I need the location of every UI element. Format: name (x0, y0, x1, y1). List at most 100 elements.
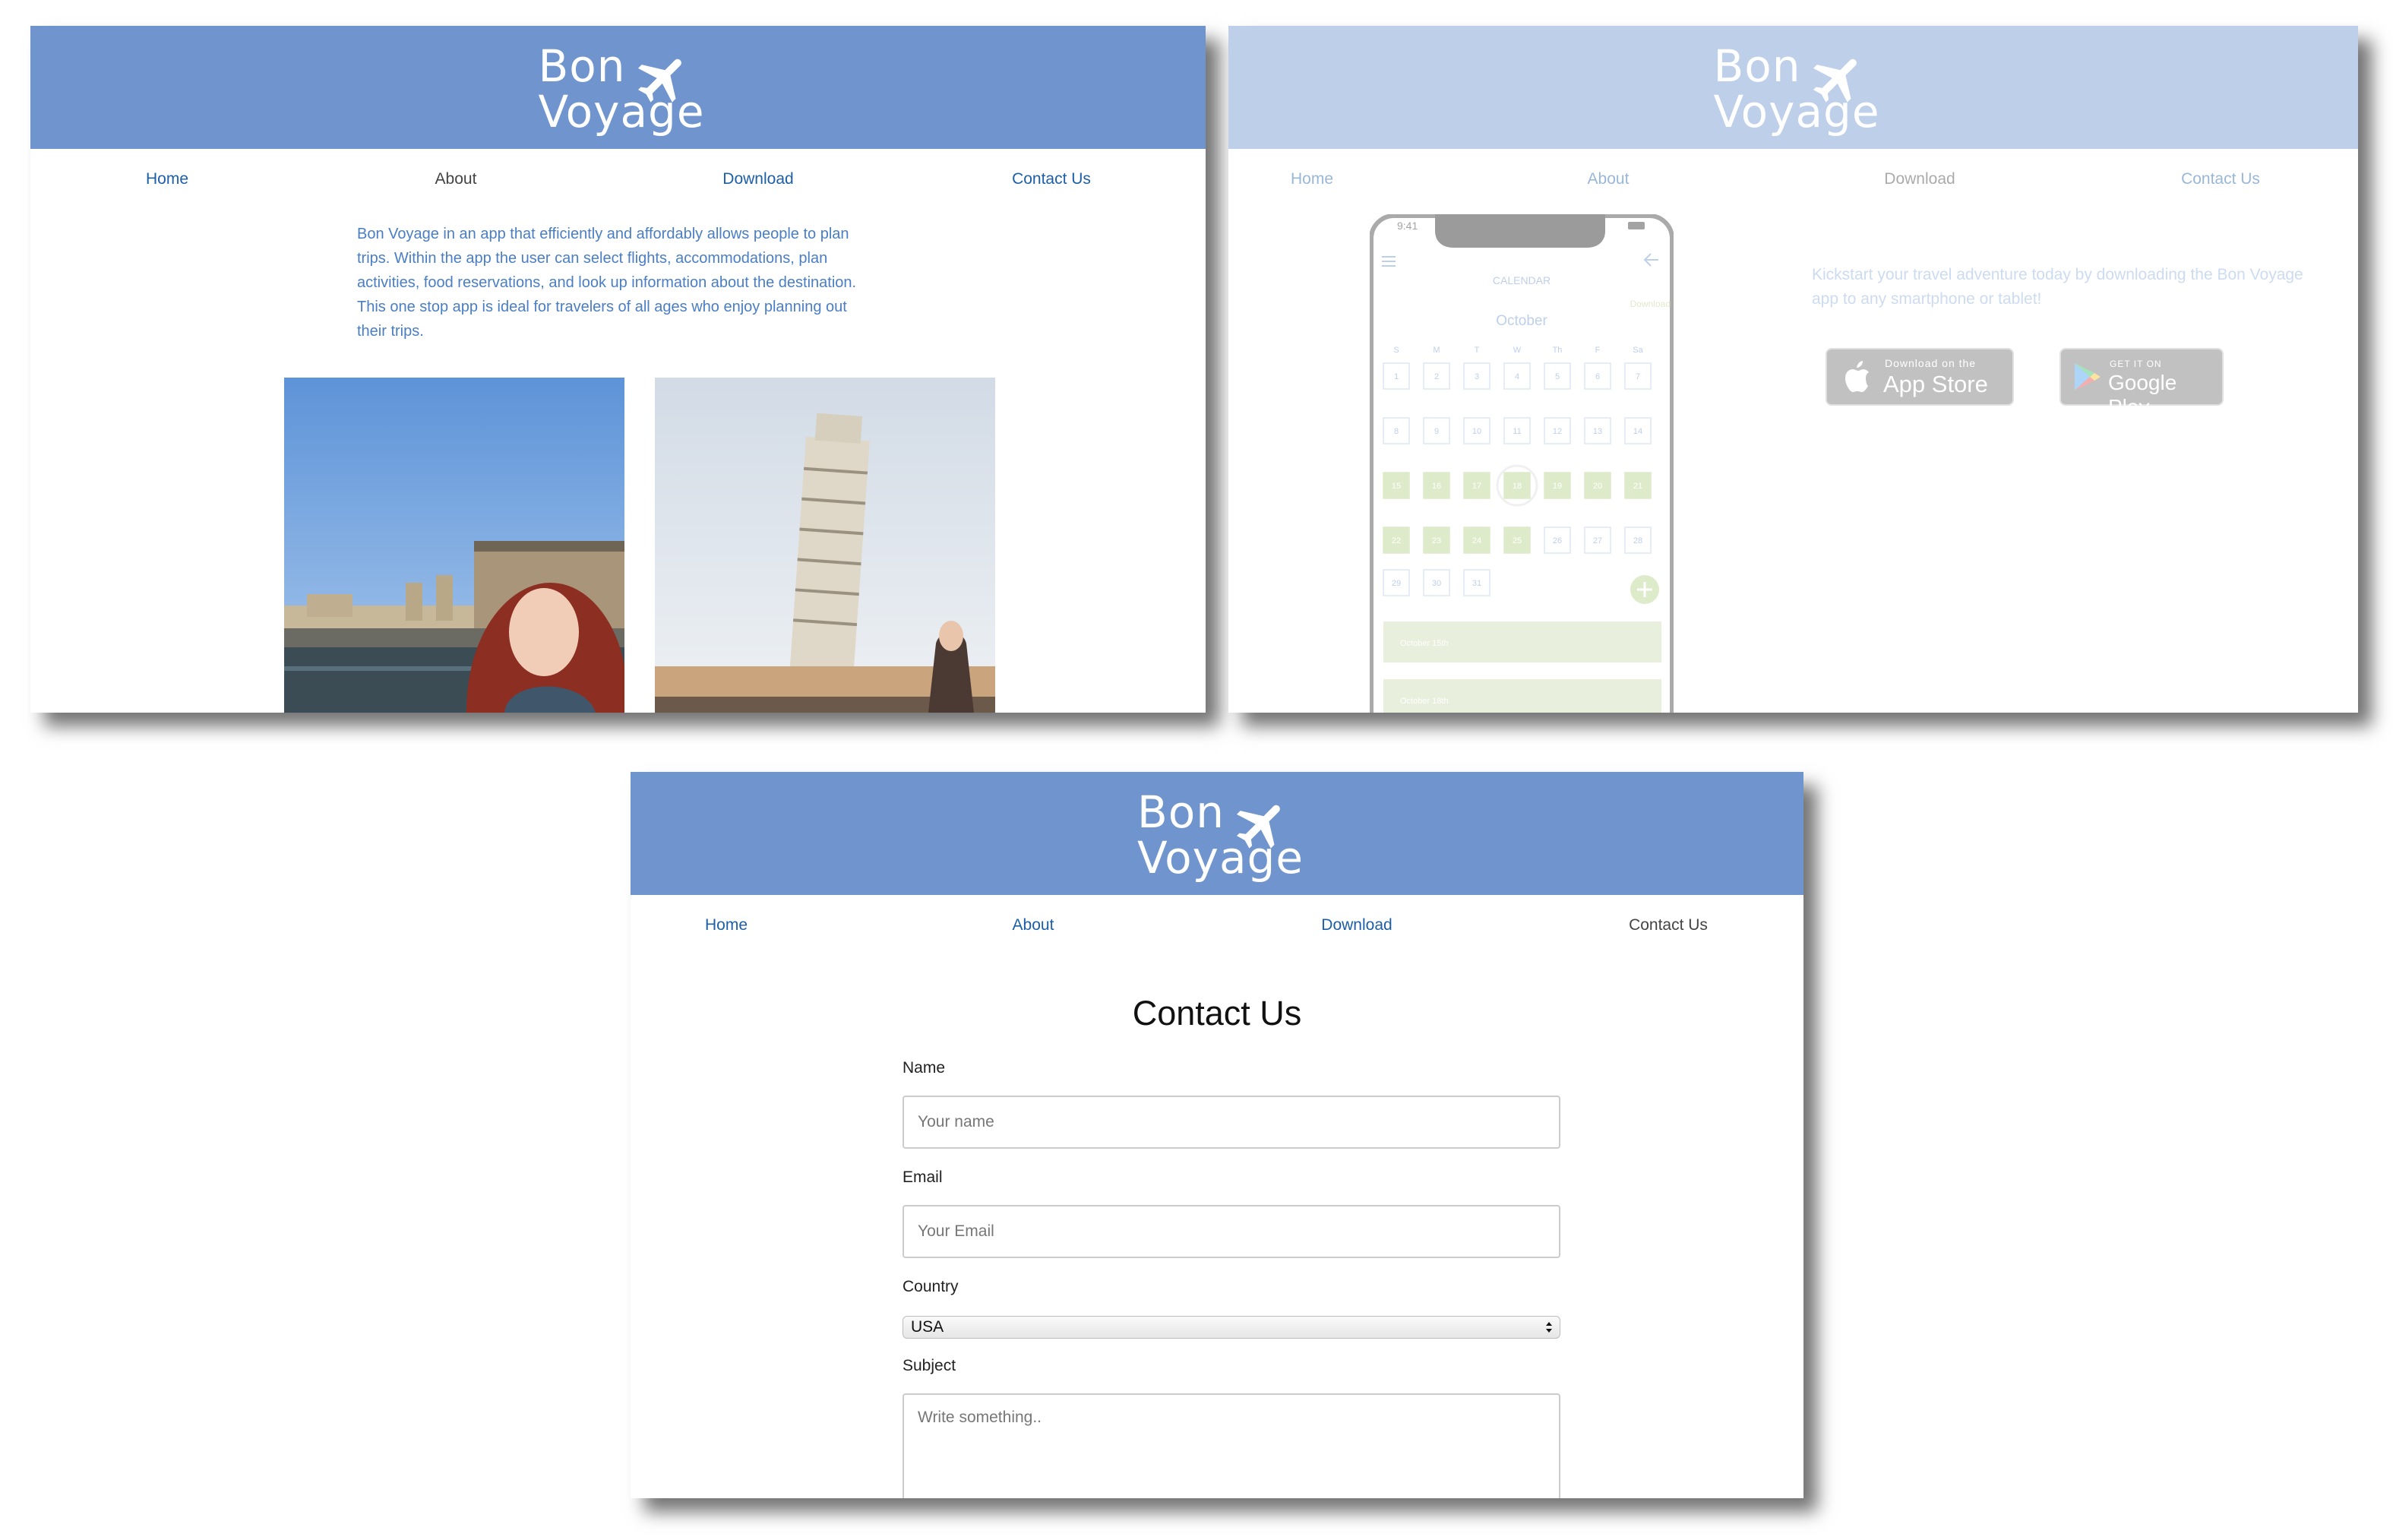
airplane-icon (637, 59, 681, 103)
phone-mockup: 9:41 CALENDAR Download October S M T W Th F Sa… (1370, 214, 1674, 713)
about-page-screenshot: Bon Voyage Home About Download Contact U… (30, 26, 1206, 713)
nav-home[interactable]: Home (1291, 170, 1333, 188)
site-header: Bon Voyage (1228, 26, 2358, 149)
apple-icon (1845, 361, 1869, 392)
main-nav: Home About Download Contact Us (1228, 149, 2358, 194)
google-play-badge[interactable]: GET IT ON Google Play (2059, 348, 2224, 419)
name-label: Name (903, 1059, 946, 1077)
nav-home[interactable]: Home (705, 916, 748, 934)
calendar-day-number: 18 (1513, 482, 1522, 491)
weekday-label: M (1433, 346, 1440, 355)
name-input[interactable] (903, 1096, 1560, 1149)
google-play-small-text: GET IT ON (2110, 359, 2162, 369)
calendar-month: October (1496, 313, 1547, 329)
nav-contact[interactable]: Contact Us (2181, 170, 2260, 188)
calendar-day-number: 9 (1434, 427, 1439, 436)
paris-photo (284, 378, 624, 713)
download-line: Kickstart your travel adventure today by… (1812, 266, 2303, 283)
calendar-day-number: 5 (1555, 372, 1560, 381)
nav-download[interactable]: Download (1884, 170, 1955, 188)
about-line: their trips. (357, 323, 424, 340)
weekday-label: W (1513, 346, 1522, 355)
contact-page-screenshot: Bon Voyage Home About Download Contact U… (631, 772, 1803, 1498)
calendar-day-number: 20 (1593, 482, 1602, 491)
site-header: Bon Voyage (30, 26, 1206, 149)
calendar-day-number: 29 (1392, 579, 1401, 588)
download-description: Kickstart your travel adventure today by… (1812, 263, 2344, 311)
calendar-day-number: 26 (1553, 536, 1562, 545)
calendar-day-number: 17 (1472, 482, 1481, 491)
about-line: Bon Voyage in an app that efficiently an… (357, 226, 849, 242)
bon-voyage-logo[interactable]: Bon Voyage (538, 40, 704, 143)
calendar-day-number: 8 (1394, 427, 1399, 436)
google-play-icon (2075, 363, 2101, 391)
calendar-day-number: 19 (1553, 482, 1562, 491)
country-value: USA (911, 1318, 944, 1336)
weekday-label: S (1393, 346, 1399, 355)
country-select[interactable]: USA (903, 1316, 1560, 1339)
calendar-day-number: 28 (1633, 536, 1642, 545)
pisa-photo (655, 378, 995, 713)
nav-download[interactable]: Download (722, 170, 793, 188)
weekday-label: F (1595, 346, 1601, 355)
calendar-day-number: 7 (1636, 372, 1640, 381)
calendar-day-number: 3 (1475, 372, 1479, 381)
bon-voyage-logo[interactable]: Bon Voyage (1137, 786, 1303, 889)
nav-home[interactable]: Home (146, 170, 188, 188)
calendar-title: CALENDAR (1493, 274, 1551, 286)
event-item: October 15th (1400, 639, 1449, 648)
calendar-day-number: 25 (1513, 536, 1522, 545)
nav-download[interactable]: Download (1321, 916, 1392, 934)
contact-title: Contact Us (1132, 994, 1302, 1032)
calendar-day-number: 31 (1472, 579, 1481, 588)
airplane-icon (1237, 805, 1280, 849)
calendar-day-number: 2 (1434, 372, 1439, 381)
download-line: app to any smartphone or tablet! (1812, 290, 2042, 308)
logo-word-bon: Bon (1137, 786, 1225, 838)
calendar-day-number: 13 (1593, 427, 1602, 436)
calendar-day-number: 4 (1515, 372, 1519, 381)
calendar-day-number: 16 (1432, 482, 1441, 491)
select-arrows-icon (1546, 1322, 1552, 1333)
event-item: October 18th (1400, 697, 1449, 706)
main-nav: Home About Download Contact Us (30, 149, 1206, 194)
calendar-day-number: 12 (1553, 427, 1562, 436)
calendar-day-number: 24 (1472, 536, 1481, 545)
nav-about[interactable]: About (1013, 916, 1054, 934)
about-description: Bon Voyage in an app that efficiently an… (357, 222, 904, 343)
country-label: Country (903, 1278, 959, 1295)
site-header: Bon Voyage (631, 772, 1803, 895)
app-store-badge[interactable]: Download on the App Store (1826, 348, 2014, 406)
weekday-label: T (1475, 346, 1480, 355)
calendar-day-number: 6 (1595, 372, 1600, 381)
nav-contact[interactable]: Contact Us (1012, 170, 1091, 188)
phone-time: 9:41 (1397, 220, 1418, 232)
email-label: Email (903, 1168, 943, 1186)
calendar-day-number: 22 (1392, 536, 1401, 545)
calendar-day-number: 27 (1593, 536, 1602, 545)
subject-label: Subject (903, 1357, 956, 1374)
app-store-big-text: App Store (1883, 371, 1988, 397)
about-line: This one stop app is ideal for travelers… (357, 299, 847, 315)
calendar-day-number: 30 (1432, 579, 1441, 588)
subject-textarea[interactable] (903, 1393, 1560, 1498)
nav-contact[interactable]: Contact Us (1629, 916, 1708, 934)
calendar-day-number: 21 (1633, 482, 1642, 491)
logo-word-bon: Bon (538, 40, 626, 92)
google-play-big-text: Google Play (2108, 371, 2177, 419)
calendar-day-number: 14 (1633, 427, 1642, 436)
bon-voyage-logo[interactable]: Bon Voyage (1713, 40, 1879, 143)
about-line: trips. Within the app the user can selec… (357, 250, 828, 267)
calendar-day-number: 1 (1394, 372, 1399, 381)
phone-download-link: Download (1630, 299, 1671, 309)
calendar-day-number: 23 (1432, 536, 1441, 545)
nav-about[interactable]: About (435, 170, 477, 188)
main-nav: Home About Download Contact Us (631, 895, 1803, 941)
calendar-day-number: 10 (1472, 427, 1481, 436)
weekday-label: Th (1553, 346, 1563, 355)
calendar-day-number: 11 (1513, 427, 1521, 436)
download-page-screenshot: Bon Voyage Home About Download Contact U… (1228, 26, 2358, 713)
email-input[interactable] (903, 1205, 1560, 1258)
nav-about[interactable]: About (1588, 170, 1630, 188)
logo-word-bon: Bon (1713, 40, 1801, 92)
